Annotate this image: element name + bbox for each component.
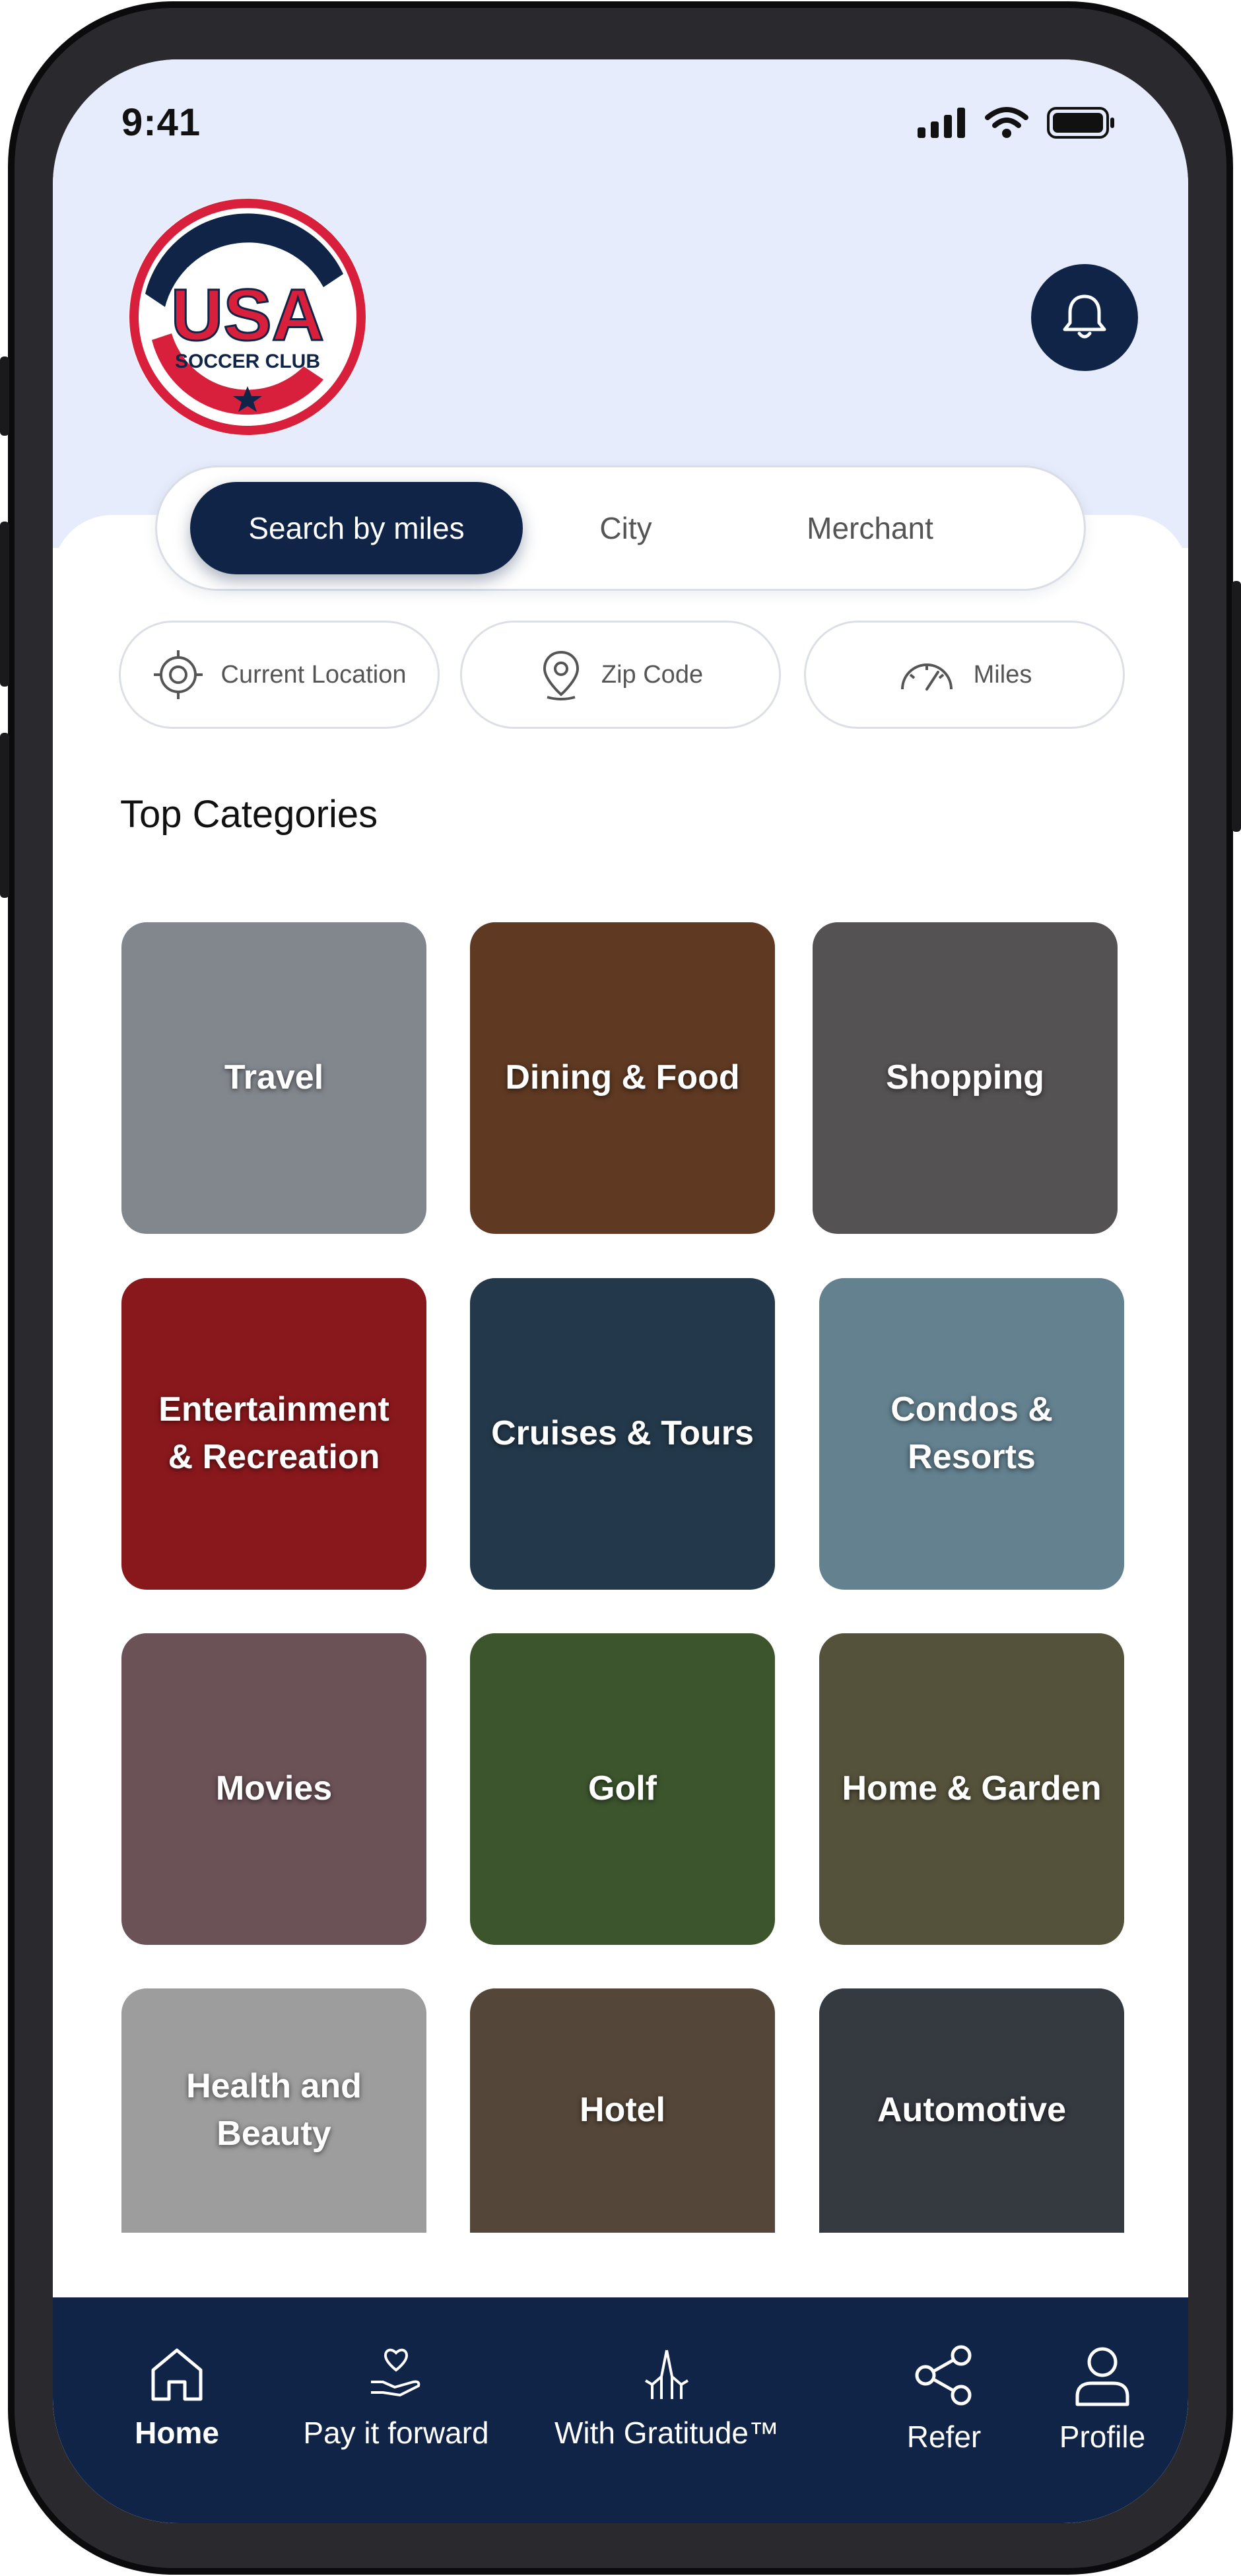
category-cruises-tours[interactable]: Cruises & Tours <box>470 1278 775 1590</box>
nav-pay-it-forward-label: Pay it forward <box>303 2416 489 2450</box>
bell-icon <box>1063 294 1106 339</box>
miles-label: Miles <box>973 660 1032 689</box>
category-entertainment[interactable]: Entertainment & Recreation <box>121 1278 426 1590</box>
category-home-garden[interactable]: Home & Garden <box>819 1633 1124 1945</box>
miles-filter[interactable]: Miles <box>804 621 1125 729</box>
category-label: Home & Garden <box>842 1769 1102 1808</box>
category-label: Condos & Resorts <box>890 1390 1053 1476</box>
speedometer-icon <box>900 663 953 691</box>
status-icons <box>918 107 1116 139</box>
status-time: 9:41 <box>121 101 201 144</box>
search-by-miles-tab[interactable]: Search by miles <box>190 482 523 574</box>
nav-home-label: Home <box>135 2416 219 2450</box>
category-label: Shopping <box>886 1058 1044 1097</box>
category-label: Golf <box>588 1769 657 1808</box>
app-screen: 9:41 USA SOCCER CLUB Search by miles Cit… <box>53 59 1188 2523</box>
praying-hands-icon <box>644 2350 689 2399</box>
category-label: Hotel <box>580 2091 665 2130</box>
svg-text:SOCCER CLUB: SOCCER CLUB <box>175 351 320 372</box>
signal-icon <box>918 108 965 138</box>
category-movies[interactable]: Movies <box>121 1633 426 1945</box>
nav-profile-label: Profile <box>1059 2420 1146 2454</box>
user-icon <box>1075 2347 1129 2406</box>
power-button <box>1232 581 1241 832</box>
nav-profile[interactable]: Profile <box>1036 2344 1168 2455</box>
top-categories-title: Top Categories <box>120 793 378 836</box>
category-shopping[interactable]: Shopping <box>813 922 1118 1234</box>
club-logo: USA SOCCER CLUB <box>125 195 370 439</box>
nav-refer[interactable]: Refer <box>878 2344 1010 2455</box>
category-condos-resorts[interactable]: Condos & Resorts <box>819 1278 1124 1590</box>
current-location-label: Current Location <box>220 660 407 689</box>
zip-code-filter[interactable]: Zip Code <box>460 621 781 729</box>
share-icon <box>915 2345 972 2406</box>
svg-text:USA: USA <box>171 275 324 356</box>
category-automotive[interactable]: Automotive <box>819 1988 1124 2233</box>
wifi-icon <box>985 107 1028 138</box>
city-tab[interactable]: City <box>527 482 725 574</box>
map-pin-icon <box>543 650 579 700</box>
heart-hand-icon <box>371 2348 420 2396</box>
search-mode-toggle: Search by miles City Merchant <box>155 465 1086 591</box>
nav-with-gratitude[interactable]: With Gratitude™ <box>541 2344 792 2451</box>
nav-refer-label: Refer <box>906 2420 982 2454</box>
category-golf[interactable]: Golf <box>470 1633 775 1945</box>
category-label: Entertainment & Recreation <box>158 1390 389 1476</box>
crosshair-icon <box>153 650 203 699</box>
notifications-button[interactable] <box>1031 264 1138 371</box>
nav-pay-it-forward[interactable]: Pay it forward <box>277 2344 515 2451</box>
category-label: Automotive <box>877 2091 1066 2130</box>
battery-icon <box>1047 107 1114 139</box>
category-label: Health and Beauty <box>186 2067 362 2153</box>
category-label: Travel <box>224 1058 324 1097</box>
zip-code-label: Zip Code <box>601 660 704 689</box>
volume-up-button <box>0 522 9 687</box>
category-label: Movies <box>215 1769 333 1808</box>
current-location-filter[interactable]: Current Location <box>119 621 440 729</box>
bottom-navigation: Home Pay it forward With Gratitude™ Refe… <box>53 2297 1188 2523</box>
category-label: Dining & Food <box>505 1058 740 1097</box>
mute-switch <box>0 356 9 436</box>
nav-with-gratitude-label: With Gratitude™ <box>554 2416 779 2450</box>
nav-home[interactable]: Home <box>111 2344 243 2451</box>
category-hotel[interactable]: Hotel <box>470 1988 775 2233</box>
category-health-beauty[interactable]: Health and Beauty <box>121 1988 426 2233</box>
category-dining-food[interactable]: Dining & Food <box>470 922 775 1234</box>
merchant-tab[interactable]: Merchant <box>738 482 1002 574</box>
home-icon <box>151 2348 203 2401</box>
category-travel[interactable]: Travel <box>121 922 426 1234</box>
volume-down-button <box>0 733 9 898</box>
category-label: Cruises & Tours <box>491 1414 754 1453</box>
